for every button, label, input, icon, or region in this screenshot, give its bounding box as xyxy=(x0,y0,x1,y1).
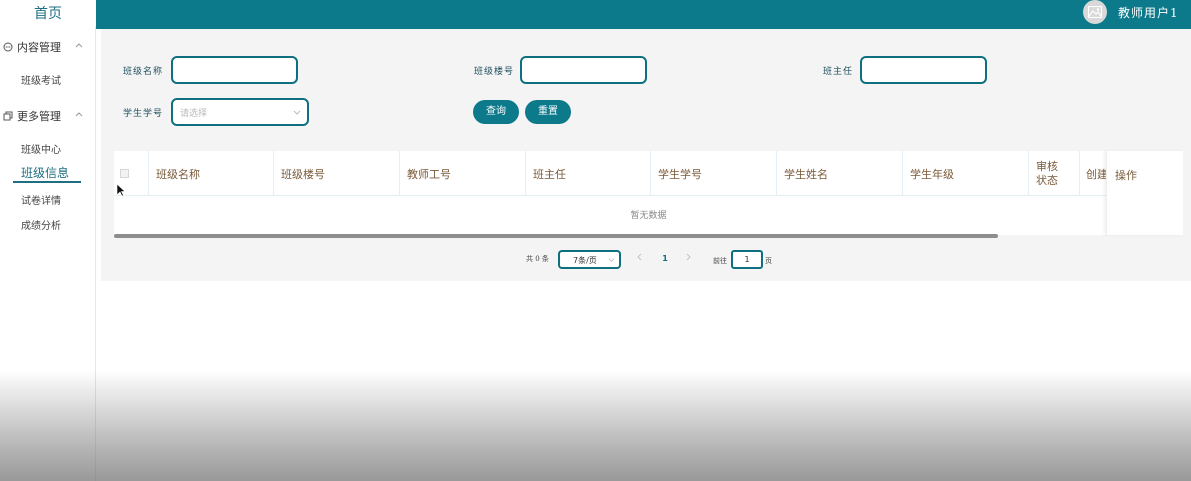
class-name-label: 班级名称 xyxy=(123,67,164,77)
menu-more-management[interactable]: 更多管理 xyxy=(0,106,96,126)
column-header[interactable]: 班主任 xyxy=(526,151,651,196)
page-suffix: 页 xyxy=(765,257,772,265)
head-teacher-input[interactable] xyxy=(860,56,987,84)
student-id-select[interactable]: 请选择 xyxy=(171,98,309,126)
head-teacher-label: 班主任 xyxy=(823,67,854,77)
chevron-left-icon xyxy=(637,253,642,261)
reset-button[interactable]: 重置 xyxy=(525,100,571,124)
empty-text: 暂无数据 xyxy=(630,211,667,221)
home-link[interactable]: 首页 xyxy=(0,0,96,26)
column-header[interactable]: 教师工号 xyxy=(400,151,526,196)
active-indicator xyxy=(13,181,81,183)
current-page[interactable]: 1 xyxy=(654,250,676,268)
username[interactable]: 教师用户1 xyxy=(1118,4,1179,21)
select-placeholder: 请选择 xyxy=(180,109,208,119)
class-building-label: 班级楼号 xyxy=(474,67,515,77)
mouse-cursor-icon xyxy=(116,183,126,197)
chevron-up-icon xyxy=(75,43,83,48)
sidebar-item-class-exam[interactable]: 班级考试 xyxy=(21,72,61,87)
column-header[interactable]: 学生学号 xyxy=(651,151,777,196)
goto-label: 前往 xyxy=(713,257,727,265)
chevron-down-icon xyxy=(608,258,615,262)
column-header: 操作 xyxy=(1115,169,1137,182)
column-header[interactable]: 学生年级 xyxy=(903,151,1029,196)
class-name-input[interactable] xyxy=(171,56,298,84)
column-header[interactable]: 班级楼号 xyxy=(274,151,400,196)
chevron-down-icon xyxy=(293,110,301,115)
top-bar xyxy=(96,0,1191,29)
sidebar-item-class-info[interactable]: 班级信息 xyxy=(21,164,69,181)
menu-label: 更多管理 xyxy=(17,110,61,123)
next-page-button[interactable] xyxy=(677,250,699,268)
select-all-checkbox[interactable] xyxy=(120,169,129,178)
table-header: 班级名称 班级楼号 教师工号 班主任 学生学号 学生姓名 学生年级 审核状态 创… xyxy=(114,151,1183,196)
query-button[interactable]: 查询 xyxy=(473,100,519,124)
menu-content-management[interactable]: 内容管理 xyxy=(0,37,96,57)
column-header[interactable]: 学生姓名 xyxy=(777,151,903,196)
class-building-input[interactable] xyxy=(520,56,647,84)
avatar[interactable] xyxy=(1083,0,1107,24)
home-label: 首页 xyxy=(34,6,62,22)
sidebar-item-class-center[interactable]: 班级中心 xyxy=(21,141,61,156)
sidebar-item-paper-details[interactable]: 试卷详情 xyxy=(21,192,61,207)
chat-icon xyxy=(3,42,13,52)
sidebar-item-score-analysis[interactable]: 成绩分析 xyxy=(21,217,61,232)
horizontal-scrollbar[interactable] xyxy=(114,234,998,238)
column-header[interactable]: 班级名称 xyxy=(149,151,274,196)
chevron-right-icon xyxy=(686,253,691,261)
data-table: 班级名称 班级楼号 教师工号 班主任 学生学号 学生姓名 学生年级 审核状态 创… xyxy=(114,151,1183,235)
page-size-value: 7条/页 xyxy=(573,256,597,265)
copy-icon xyxy=(3,111,13,121)
page-size-select[interactable]: 7条/页 xyxy=(558,250,621,269)
menu-label: 内容管理 xyxy=(17,41,61,54)
image-icon xyxy=(1088,6,1102,18)
goto-page-input[interactable]: 1 xyxy=(731,250,763,269)
prev-page-button[interactable] xyxy=(629,250,651,268)
actions-column: 操作 xyxy=(1106,151,1183,235)
pagination-total: 共 0 条 xyxy=(526,255,549,263)
column-header[interactable]: 审核状态 xyxy=(1029,151,1080,196)
student-id-label: 学生学号 xyxy=(123,109,164,119)
sidebar: 首页 内容管理 班级考试 更多管理 班级中心 班级信息 试卷详情 成绩分析 xyxy=(0,0,96,481)
bottom-shade xyxy=(0,370,1191,481)
chevron-up-icon xyxy=(75,112,83,117)
